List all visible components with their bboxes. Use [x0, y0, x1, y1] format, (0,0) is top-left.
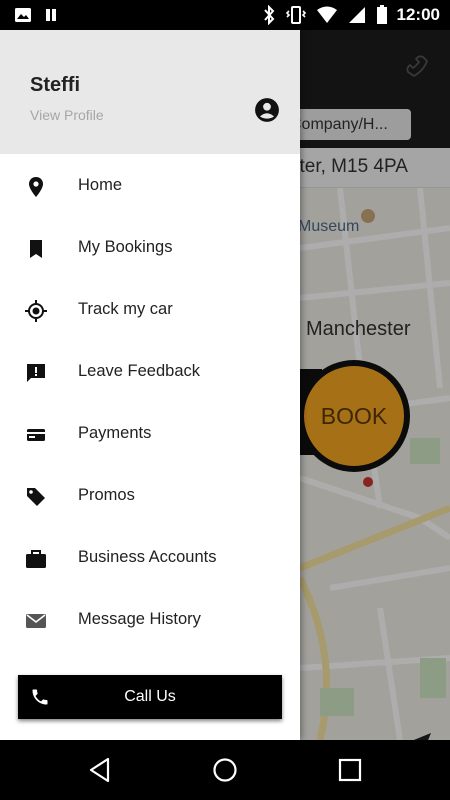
- image-icon: [15, 8, 31, 22]
- feedback-icon: [27, 364, 45, 382]
- menu-label-home: Home: [78, 176, 123, 194]
- menu-item-promos[interactable]: Promos: [0, 466, 300, 528]
- drawer-header: Steffi View Profile: [0, 30, 300, 154]
- wifi-icon: [316, 6, 337, 23]
- menu-item-payments[interactable]: Payments: [0, 404, 300, 466]
- back-icon[interactable]: [88, 757, 112, 783]
- menu-item-business-accounts[interactable]: Business Accounts: [0, 528, 300, 590]
- menu-label-business-accounts: Business Accounts: [78, 548, 217, 566]
- menu-item-message-history[interactable]: Message History: [0, 590, 300, 652]
- vibrate-icon: [285, 6, 306, 24]
- recents-icon[interactable]: [338, 757, 362, 783]
- crosshair-icon: [25, 300, 47, 322]
- briefcase-icon: [26, 550, 46, 568]
- drawer-menu: Home My Bookings Track my car Leave Feed…: [0, 156, 300, 652]
- pause-icon: [46, 9, 56, 21]
- menu-label-promos: Promos: [78, 486, 135, 504]
- call-us-button[interactable]: Call Us: [18, 675, 282, 719]
- menu-label-payments: Payments: [78, 424, 152, 442]
- user-name: Steffi: [30, 74, 80, 96]
- status-left-icons: [14, 7, 58, 23]
- status-right-icons: 12:00: [262, 5, 440, 25]
- credit-card-icon: [27, 429, 45, 441]
- menu-item-my-bookings[interactable]: My Bookings: [0, 218, 300, 280]
- battery-icon: [376, 5, 387, 24]
- status-time: 12:00: [396, 5, 440, 24]
- navigation-drawer: Steffi View Profile Home My Bookings Tra…: [0, 30, 300, 740]
- home-icon[interactable]: [212, 757, 238, 783]
- menu-label-leave-feedback: Leave Feedback: [78, 362, 201, 380]
- envelope-icon: [26, 614, 46, 628]
- signal-icon: [348, 7, 365, 23]
- menu-item-track-car[interactable]: Track my car: [0, 280, 300, 342]
- menu-label-message-history: Message History: [78, 610, 201, 628]
- call-us-label: Call Us: [124, 688, 176, 705]
- tag-icon: [27, 488, 45, 506]
- menu-item-leave-feedback[interactable]: Leave Feedback: [0, 342, 300, 404]
- menu-item-home[interactable]: Home: [0, 156, 300, 218]
- bluetooth-icon: [263, 5, 274, 25]
- view-profile-link[interactable]: View Profile: [30, 107, 104, 123]
- account-circle-icon[interactable]: [254, 97, 280, 123]
- system-nav-bar: [0, 740, 450, 800]
- status-bar: 12:00: [0, 0, 450, 30]
- location-pin-icon: [29, 177, 43, 197]
- bookmark-icon: [30, 240, 42, 258]
- menu-label-my-bookings: My Bookings: [78, 238, 173, 256]
- menu-label-track-car: Track my car: [78, 300, 173, 318]
